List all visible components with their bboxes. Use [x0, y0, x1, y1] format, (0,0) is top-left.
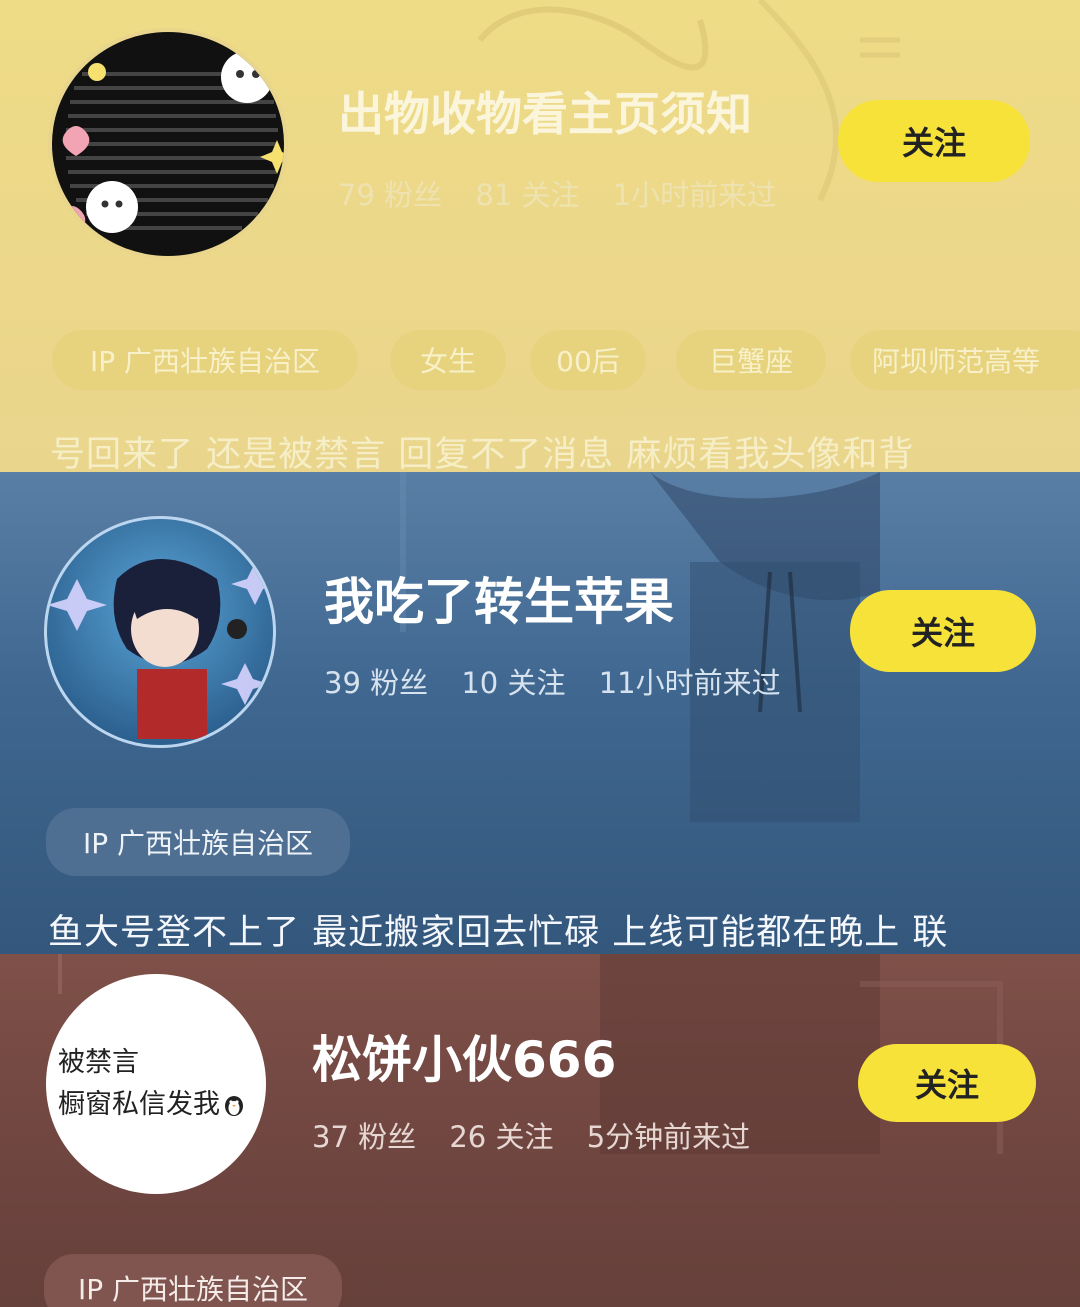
- user-stats: 39 粉丝 10 关注 11小时前来过: [324, 660, 805, 702]
- tag-ip: IP 广西壮族自治区: [52, 330, 358, 390]
- avatar[interactable]: [44, 516, 276, 748]
- username: 松饼小伙666: [312, 1031, 617, 1089]
- profile-card-2[interactable]: 我吃了转生苹果 39 粉丝 10 关注 11小时前来过 关注 IP 广西壮族自治…: [0, 472, 1080, 954]
- tag-zodiac: 巨蟹座: [676, 330, 826, 390]
- avatar-text-line-1: 被禁言: [58, 1047, 139, 1078]
- follow-button[interactable]: 关注: [850, 590, 1036, 672]
- username: 我吃了转生苹果: [324, 573, 674, 631]
- tag-school: 阿坝师范高等: [850, 330, 1080, 390]
- tag-age: 00后: [530, 330, 646, 390]
- avatar-text-line-2-row: 橱窗私信发我: [58, 1084, 266, 1126]
- penguin-emoji-icon: [222, 1093, 246, 1117]
- fans-count[interactable]: 39 粉丝: [324, 666, 428, 700]
- last-seen: 1小时前来过: [612, 178, 777, 212]
- bio-text: 鱼大号登不上了 最近搬家回去忙碌 上线可能都在晚上 联: [48, 913, 949, 953]
- profile-card-1[interactable]: 出物收物看主页须知 79 粉丝 81 关注 1小时前来过 关注 IP 广西壮族自…: [0, 0, 1080, 472]
- follow-button[interactable]: 关注: [838, 100, 1030, 182]
- user-stats: 37 粉丝 26 关注 5分钟前来过: [312, 1114, 774, 1156]
- tag-ip: IP 广西壮族自治区: [44, 1254, 342, 1307]
- following-count[interactable]: 26 关注: [449, 1120, 553, 1154]
- bio-text: 号回来了 还是被禁言 回复不了消息 麻烦看我头像和背: [50, 435, 915, 472]
- username: 出物收物看主页须知: [338, 87, 752, 141]
- fans-count[interactable]: 79 粉丝: [338, 178, 442, 212]
- profile-card-3[interactable]: 被禁言 橱窗私信发我 松饼小伙666 37 粉丝 26 关注 5分钟前来过 关注…: [0, 954, 1080, 1307]
- fans-count[interactable]: 37 粉丝: [312, 1120, 416, 1154]
- following-count[interactable]: 81 关注: [475, 178, 579, 212]
- last-seen: 11小时前来过: [598, 666, 781, 700]
- avatar[interactable]: 被禁言 橱窗私信发我: [46, 974, 266, 1194]
- follow-button[interactable]: 关注: [858, 1044, 1036, 1122]
- tag-gender: 女生: [390, 330, 506, 390]
- last-seen: 5分钟前来过: [586, 1120, 751, 1154]
- avatar-text-line-2: 橱窗私信发我: [58, 1089, 220, 1120]
- tag-ip: IP 广西壮族自治区: [46, 808, 350, 876]
- following-count[interactable]: 10 关注: [461, 666, 565, 700]
- user-stats: 79 粉丝 81 关注 1小时前来过: [338, 172, 800, 214]
- avatar[interactable]: [48, 28, 288, 260]
